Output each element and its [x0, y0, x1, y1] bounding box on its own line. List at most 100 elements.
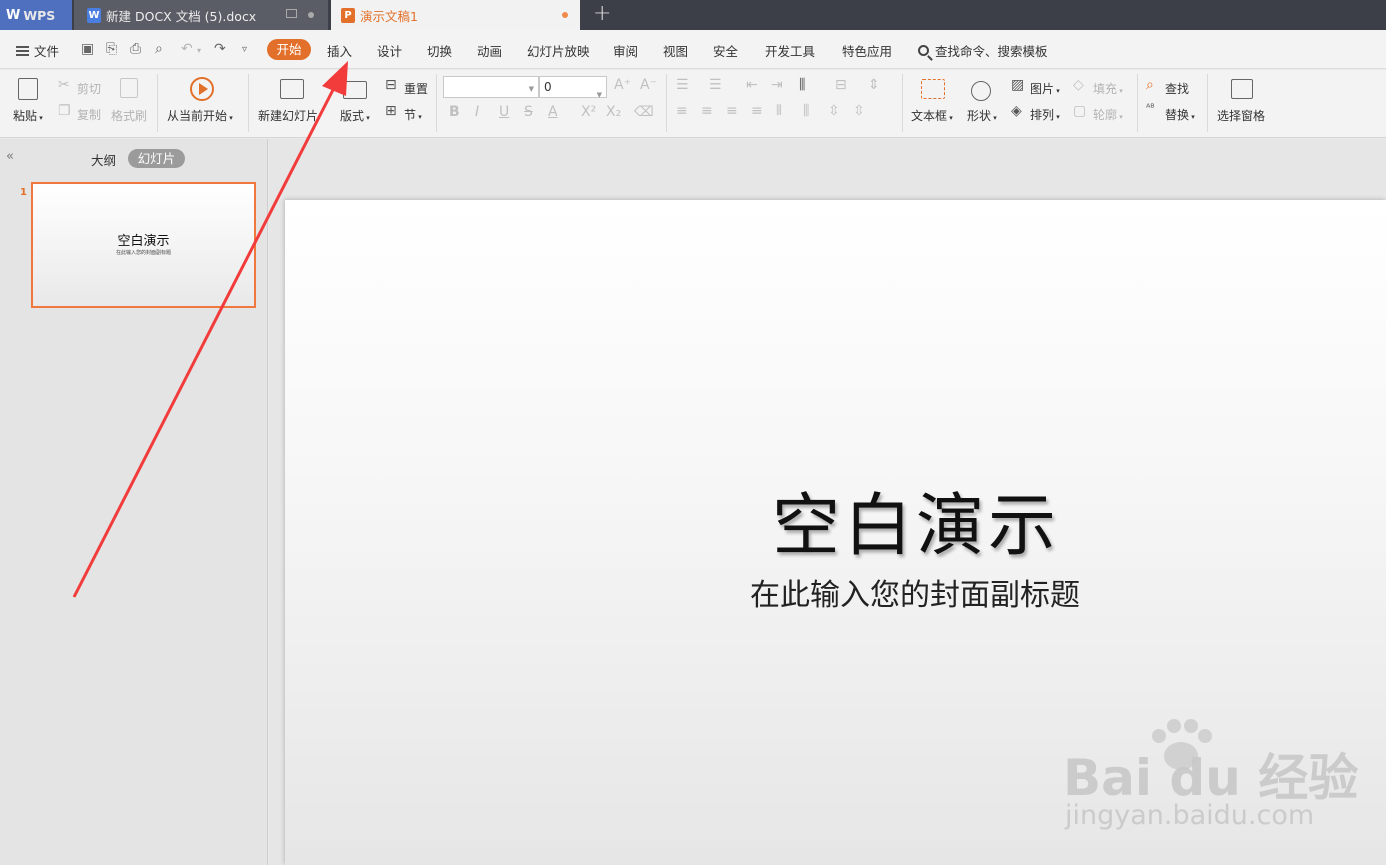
tab-view[interactable]: 视图	[663, 41, 688, 60]
bold-icon[interactable]: B	[449, 104, 460, 120]
tab-docx-title: 新建 DOCX 文档 (5).docx	[106, 8, 257, 24]
arrange-button[interactable]: 排列 ▾	[1030, 106, 1060, 123]
tab-developer[interactable]: 开发工具	[765, 41, 815, 60]
format-painter-icon	[120, 78, 138, 98]
align-text-icon[interactable]: ⊟	[835, 77, 847, 93]
font-name-select[interactable]: ▼	[443, 76, 539, 98]
line-spacing-icon[interactable]: ⇕	[868, 77, 880, 93]
tab-insert[interactable]: 插入	[327, 41, 352, 60]
print-icon[interactable]: ⎙	[130, 41, 141, 57]
line-spacing-options-icon[interactable]: ⇳	[853, 103, 865, 119]
scissors-icon: ✂	[58, 77, 70, 93]
paste-label: 粘贴	[13, 109, 38, 123]
text-box-icon	[921, 79, 945, 99]
section-label: 节	[404, 108, 417, 122]
tab-review[interactable]: 审阅	[613, 41, 638, 60]
distribute-icon[interactable]: ⫴	[776, 103, 782, 119]
columns-icon[interactable]: ⫼	[803, 103, 809, 119]
font-color-icon[interactable]: A	[548, 104, 558, 120]
strikethrough-icon[interactable]: S	[524, 104, 533, 120]
customize-toolbar-icon[interactable]: ▿	[242, 44, 247, 55]
tab-design[interactable]: 设计	[377, 41, 402, 60]
tab-special-apps[interactable]: 特色应用	[842, 41, 892, 60]
bullets-icon[interactable]: ☰	[676, 77, 689, 93]
tab-slideshow[interactable]: 幻灯片放映	[527, 41, 590, 60]
export-pdf-icon[interactable]: ⎘	[106, 41, 117, 57]
writer-doc-icon: W	[87, 7, 101, 23]
hamburger-icon	[16, 45, 29, 56]
format-painter-button[interactable]: 格式刷	[111, 107, 147, 124]
font-size-value: 0	[544, 80, 552, 94]
fill-button[interactable]: 填充 ▾	[1093, 80, 1123, 97]
selection-pane-button[interactable]: 选择窗格	[1217, 107, 1265, 124]
clear-format-icon[interactable]: ⌫	[634, 104, 654, 120]
undo-icon[interactable]: ↶	[181, 41, 193, 57]
cut-button[interactable]: 剪切	[77, 80, 101, 97]
text-box-button[interactable]: 文本框 ▾	[911, 107, 953, 124]
divider	[157, 74, 158, 132]
numbering-icon[interactable]: ☰	[709, 77, 722, 93]
save-icon[interactable]: ▣	[81, 41, 94, 57]
thumbnail-subtitle: 在此输入您的封面副标题	[115, 250, 171, 256]
section-button[interactable]: 节 ▾	[404, 106, 422, 123]
print-preview-icon[interactable]: ⌕	[155, 41, 163, 57]
divider	[902, 74, 903, 132]
align-center-icon[interactable]: ≡	[701, 103, 713, 119]
paste-button[interactable]: 粘贴 ▾	[13, 107, 43, 124]
outline-button[interactable]: 轮廓 ▾	[1093, 106, 1123, 123]
presentation-doc-icon: P	[341, 7, 355, 23]
align-right-icon[interactable]: ≡	[726, 103, 738, 119]
tab-transition[interactable]: 切换	[427, 41, 452, 60]
monitor-icon[interactable]	[286, 9, 297, 18]
justify-icon[interactable]: ≡	[751, 103, 763, 119]
tab-slides[interactable]: 幻灯片	[128, 149, 185, 168]
find-button[interactable]: 查找	[1165, 80, 1189, 97]
decrease-font-icon[interactable]: A⁻	[640, 77, 657, 93]
slide-thumbnail[interactable]: 空白演示 在此输入您的封面副标题	[31, 182, 256, 308]
shapes-button[interactable]: 形状 ▾	[967, 107, 997, 124]
layout-label: 版式	[340, 109, 365, 123]
font-size-select[interactable]: 0 ▼	[539, 76, 607, 99]
play-icon	[190, 77, 214, 101]
tab-home[interactable]: 开始	[267, 39, 311, 60]
superscript-icon[interactable]: X²	[581, 104, 596, 120]
tab-security[interactable]: 安全	[713, 41, 738, 60]
decrease-indent-icon[interactable]: ⇤	[746, 77, 758, 93]
italic-icon[interactable]: I	[475, 104, 479, 120]
tab-presentation[interactable]: P 演示文稿1	[331, 0, 580, 30]
tab-animation[interactable]: 动画	[477, 41, 502, 60]
wps-home-tab[interactable]: W WPS	[0, 0, 72, 30]
slide-title-placeholder[interactable]: 空白演示	[731, 470, 1101, 569]
new-tab-plus-icon[interactable]: +	[593, 1, 611, 27]
tab-docx-document[interactable]: W 新建 DOCX 文档 (5).docx	[74, 0, 328, 30]
increase-font-icon[interactable]: A⁺	[614, 77, 631, 93]
arrange-icon: ◈	[1011, 103, 1022, 119]
align-left-icon[interactable]: ≡	[676, 103, 688, 119]
paragraph-spacing-icon[interactable]: ⇳	[828, 103, 840, 119]
replace-button[interactable]: 替换 ▾	[1165, 106, 1195, 123]
reset-button[interactable]: 重置	[404, 80, 428, 97]
from-current-slide-button[interactable]: 从当前开始 ▾	[167, 107, 233, 124]
command-search[interactable]: 查找命令、搜索模板	[918, 41, 1048, 60]
shapes-label: 形状	[967, 109, 992, 123]
subscript-icon[interactable]: X₂	[606, 104, 621, 120]
tab-outline[interactable]: 大纲	[91, 150, 116, 169]
redo-icon[interactable]: ↷	[214, 41, 226, 57]
baidu-jingyan-watermark: Bai du 经验 jingyan.baidu.com	[1063, 718, 1363, 858]
document-tab-bar: W WPS W 新建 DOCX 文档 (5).docx P 演示文稿1 +	[0, 0, 1386, 30]
selection-pane-icon	[1231, 79, 1253, 99]
fill-bucket-icon: ◇	[1073, 77, 1084, 93]
collapse-panel-icon[interactable]: «	[6, 149, 14, 164]
slide-subtitle-placeholder[interactable]: 在此输入您的封面副标题	[665, 570, 1165, 614]
file-menu-label: 文件	[34, 44, 60, 59]
undo-dropdown-icon[interactable]: ▾	[197, 46, 201, 55]
increase-indent-icon[interactable]: ⇥	[771, 77, 783, 93]
copy-button[interactable]: 复制	[77, 106, 101, 123]
underline-icon[interactable]: U	[499, 104, 509, 120]
picture-button[interactable]: 图片 ▾	[1030, 80, 1060, 97]
new-slide-button[interactable]: 新建幻灯片	[258, 107, 318, 124]
text-box-label: 文本框	[911, 109, 948, 123]
file-menu-button[interactable]: 文件	[16, 41, 59, 60]
layout-button[interactable]: 版式 ▾	[340, 107, 370, 124]
text-direction-icon[interactable]: ⫼	[799, 77, 805, 93]
